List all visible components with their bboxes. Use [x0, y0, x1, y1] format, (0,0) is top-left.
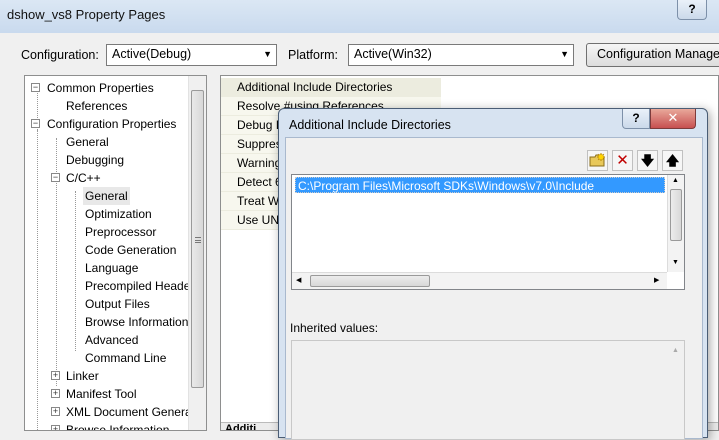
tree-item-label: General	[85, 189, 128, 203]
scroll-up-icon[interactable]: ▲	[672, 177, 679, 184]
expand-icon[interactable]: +	[51, 371, 60, 380]
collapse-icon[interactable]: −	[31, 83, 40, 92]
arrow-down-icon: 🡇	[640, 153, 655, 168]
tree-item-label: References	[66, 99, 128, 113]
tree-item-references[interactable]: References	[66, 97, 127, 115]
tree-scrollbar-thumb[interactable]	[191, 90, 204, 388]
help-button[interactable]: ?	[677, 0, 707, 20]
tree-item-label: Precompiled Heade	[85, 279, 191, 293]
prop-row-additional-include-directories[interactable]: Additional Include Directories	[221, 78, 441, 97]
arrow-up-icon: 🡅	[665, 153, 680, 168]
window-title-bar: dshow_vs8 Property Pages ?	[0, 0, 719, 33]
tree-item-label: Manifest Tool	[66, 387, 137, 401]
tree-scrollbar[interactable]	[188, 76, 206, 430]
tree-item-label: Linker	[66, 369, 99, 383]
scroll-right-icon[interactable]: ▶	[654, 276, 659, 284]
list-horizontal-scrollbar[interactable]: ◀ ▶	[292, 272, 667, 289]
grip-icon	[194, 237, 201, 243]
scroll-down-icon[interactable]: ▼	[672, 259, 679, 266]
scroll-left-icon[interactable]: ◀	[296, 276, 301, 284]
delete-line-button[interactable]: ✕	[612, 150, 633, 171]
collapse-icon[interactable]: −	[51, 173, 60, 182]
tree-item-cpp-general[interactable]: General	[83, 187, 130, 205]
tree-item-debugging[interactable]: Debugging	[66, 151, 124, 169]
dialog-close-button[interactable]: ✕	[650, 109, 696, 129]
inherited-values-box: ▲	[291, 340, 685, 440]
include-directories-list[interactable]: C:\Program Files\Microsoft SDKs\Windows\…	[291, 174, 685, 290]
delete-icon: ✕	[616, 152, 629, 169]
tree-item-label: XML Document Genera	[66, 405, 192, 419]
platform-dropdown[interactable]: Active(Win32) ▼	[348, 44, 574, 66]
tree-item-label: Browse Information	[85, 315, 189, 329]
collapse-icon[interactable]: −	[31, 119, 40, 128]
include-directories-dialog: Additional Include Directories ? ✕ ✕ 🡇 🡅…	[278, 108, 708, 440]
tree-item-label: Advanced	[85, 333, 139, 347]
tree-item-label: Debugging	[66, 153, 125, 167]
tree-item-output-files[interactable]: Output Files	[85, 295, 150, 313]
tree-item-label: Common Properties	[47, 81, 154, 95]
configuration-dropdown[interactable]: Active(Debug) ▼	[106, 44, 277, 66]
list-vscroll-thumb[interactable]	[670, 189, 682, 241]
tree-item-advanced[interactable]: Advanced	[85, 331, 138, 349]
platform-value: Active(Win32)	[354, 47, 432, 61]
tree-item-label: Language	[85, 261, 139, 275]
tree-item-label: Output Files	[85, 297, 150, 311]
tree-item-optimization[interactable]: Optimization	[85, 205, 152, 223]
dialog-help-button[interactable]: ?	[622, 109, 650, 129]
configuration-label: Configuration:	[21, 48, 99, 62]
tree-item-label: Preprocessor	[85, 225, 157, 239]
expand-icon[interactable]: +	[51, 389, 60, 398]
list-item[interactable]: C:\Program Files\Microsoft SDKs\Windows\…	[295, 177, 665, 193]
window-title: dshow_vs8 Property Pages	[7, 7, 166, 22]
tree-item-label: Command Line	[85, 351, 167, 365]
move-down-button[interactable]: 🡇	[637, 150, 658, 171]
configuration-value: Active(Debug)	[112, 47, 192, 61]
tree-item-precompiled-headers[interactable]: Precompiled Heade	[85, 277, 190, 295]
inherited-values-label: Inherited values:	[290, 321, 379, 335]
scroll-up-icon: ▲	[672, 347, 679, 354]
tree-item-code-generation[interactable]: Code Generation	[85, 241, 176, 259]
chevron-down-icon: ▼	[263, 49, 272, 59]
dialog-client: ✕ 🡇 🡅 C:\Program Files\Microsoft SDKs\Wi…	[285, 137, 703, 440]
list-hscroll-thumb[interactable]	[310, 275, 430, 287]
new-line-button[interactable]	[587, 150, 608, 171]
property-tree[interactable]: − Common Properties References − Configu…	[24, 75, 207, 431]
configuration-manager-button[interactable]: Configuration Manager...	[586, 43, 719, 67]
expand-icon[interactable]: +	[51, 425, 60, 430]
tree-item-label: C/C++	[66, 171, 101, 185]
new-folder-icon	[589, 152, 606, 167]
move-up-button[interactable]: 🡅	[662, 150, 683, 171]
chevron-down-icon: ▼	[560, 49, 569, 59]
dialog-title: Additional Include Directories	[289, 118, 451, 132]
tree-item-language[interactable]: Language	[85, 259, 138, 277]
list-vertical-scrollbar[interactable]: ▲ ▼	[667, 175, 684, 272]
tree-item-label: General	[66, 135, 109, 149]
platform-label: Platform:	[288, 48, 339, 62]
tree-item-label: Browse Information	[66, 423, 170, 431]
tree-item-command-line[interactable]: Command Line	[85, 349, 166, 367]
tree-item-label: Code Generation	[85, 243, 177, 257]
tree-item-preprocessor[interactable]: Preprocessor	[85, 223, 156, 241]
tree-item-browse-information[interactable]: Browse Information	[85, 313, 188, 331]
tree-item-label: Configuration Properties	[47, 117, 177, 131]
tree-item-label: Optimization	[85, 207, 152, 221]
tree-item-general[interactable]: General	[66, 133, 109, 151]
expand-icon[interactable]: +	[51, 407, 60, 416]
